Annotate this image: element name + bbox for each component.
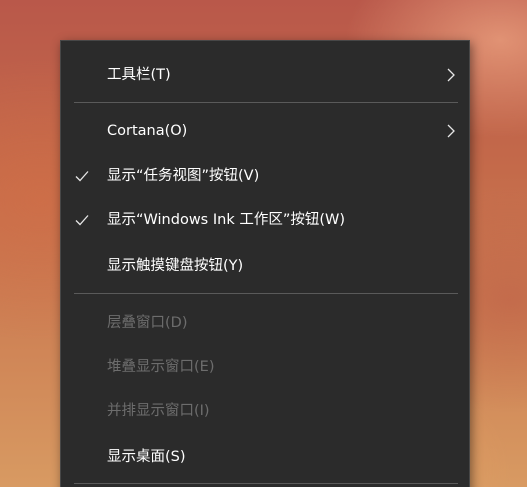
menu-item-label: 显示触摸键盘按钮(Y): [107, 258, 244, 274]
menu-separator: [74, 483, 458, 484]
menu-item-cortana[interactable]: Cortana(O): [61, 111, 469, 151]
check-icon: [75, 215, 89, 226]
taskbar-context-menu: 工具栏(T) Cortana(O) 显示“任务视图”按钮(V) 显示“Windo…: [60, 40, 470, 487]
menu-item-show-desktop[interactable]: 显示桌面(S): [61, 437, 469, 477]
menu-item-stack-windows: 堆叠显示窗口(E): [61, 347, 469, 387]
menu-item-label: 工具栏(T): [107, 67, 171, 83]
menu-item-side-by-side-windows: 并排显示窗口(I): [61, 391, 469, 431]
menu-item-toolbars[interactable]: 工具栏(T): [61, 55, 469, 95]
menu-item-label: 层叠窗口(D): [107, 315, 188, 331]
menu-separator: [74, 293, 458, 294]
menu-item-label: 堆叠显示窗口(E): [107, 359, 215, 375]
menu-item-label: 并排显示窗口(I): [107, 403, 210, 419]
check-icon: [75, 171, 89, 182]
menu-item-windows-ink-button[interactable]: 显示“Windows Ink 工作区”按钮(W): [61, 200, 469, 240]
menu-item-cascade-windows: 层叠窗口(D): [61, 303, 469, 343]
menu-item-label: Cortana(O): [107, 123, 188, 139]
menu-item-label: 显示“任务视图”按钮(V): [107, 168, 260, 184]
chevron-right-icon: [447, 68, 455, 82]
menu-item-label: 显示桌面(S): [107, 449, 186, 465]
menu-item-label: 显示“Windows Ink 工作区”按钮(W): [107, 212, 345, 228]
menu-item-task-view-button[interactable]: 显示“任务视图”按钮(V): [61, 156, 469, 196]
menu-separator: [74, 102, 458, 103]
chevron-right-icon: [447, 124, 455, 138]
menu-item-touch-keyboard-button[interactable]: 显示触摸键盘按钮(Y): [61, 246, 469, 286]
